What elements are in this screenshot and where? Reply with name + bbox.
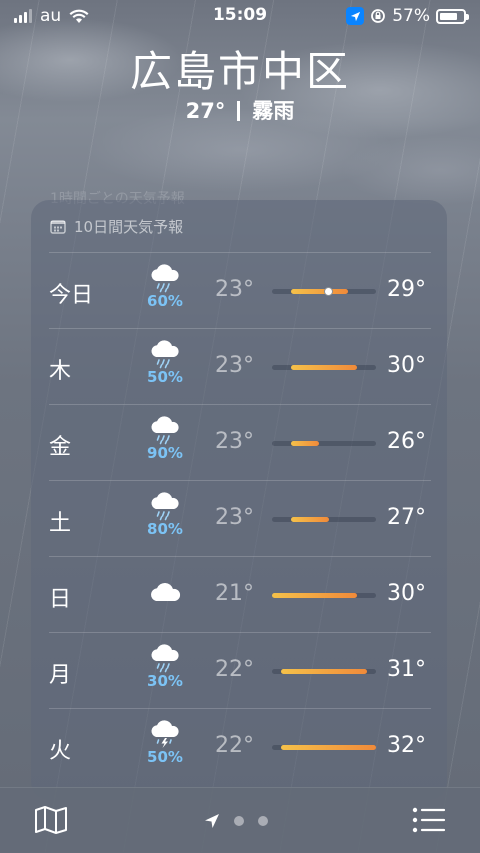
weather-condition: 50%	[139, 339, 191, 386]
low-temperature: 23°	[215, 429, 254, 454]
forecast-day: 金	[49, 435, 72, 460]
weather-condition: 50%	[139, 719, 191, 766]
precipitation-chance: 90%	[147, 444, 183, 462]
forecast-card-title: 10日間天気予報	[74, 217, 184, 236]
high-temperature: 26°	[387, 429, 426, 454]
temperature-range-track	[272, 593, 376, 598]
forecast-day: 木	[49, 359, 72, 384]
bottom-toolbar	[0, 787, 480, 853]
weather-condition: 30%	[139, 643, 191, 690]
high-temperature: 30°	[387, 353, 426, 378]
weather-condition: 80%	[139, 491, 191, 538]
status-bar: au 15:09 57%	[0, 0, 480, 32]
cloud-rain-icon	[139, 415, 191, 445]
location-services-icon	[346, 7, 365, 25]
high-temperature: 29°	[387, 277, 426, 302]
cloud-rain-icon	[139, 491, 191, 521]
cloud-rain-icon	[139, 339, 191, 369]
low-temperature: 23°	[215, 505, 254, 530]
summary-divider	[237, 101, 241, 121]
city-name: 広島市中区	[129, 47, 350, 96]
high-temperature: 32°	[387, 733, 426, 758]
cloud-rain-icon	[139, 263, 191, 293]
temperature-range-bar	[281, 745, 376, 750]
forecast-row[interactable]: 金 90% 23° 26°	[49, 404, 431, 481]
battery-icon	[436, 8, 469, 24]
current-temperature: 27°	[185, 99, 226, 123]
temperature-range-bar	[290, 441, 320, 446]
low-temperature: 23°	[215, 353, 254, 378]
ten-day-forecast-card[interactable]: 10日間天気予報 今日 60% 23° 29° 木 50% 23° 30° 金 …	[31, 200, 447, 800]
forecast-row[interactable]: 火 50% 22° 32°	[49, 708, 431, 785]
high-temperature: 27°	[387, 505, 426, 530]
forecast-row[interactable]: 日 21° 30°	[49, 556, 431, 633]
forecast-day: 火	[49, 739, 72, 764]
low-temperature: 23°	[215, 277, 254, 302]
forecast-day: 土	[49, 511, 72, 536]
forecast-day: 日	[49, 587, 72, 612]
current-condition: 霧雨	[252, 99, 295, 123]
temperature-range-bar	[290, 517, 329, 522]
forecast-row[interactable]: 土 80% 23° 27°	[49, 480, 431, 557]
page-dot[interactable]	[234, 816, 244, 826]
calendar-icon	[50, 219, 66, 234]
forecast-day: 月	[49, 663, 72, 688]
temperature-range-track	[272, 517, 376, 522]
location-arrow-icon[interactable]	[204, 813, 220, 829]
temperature-range-track	[272, 745, 376, 750]
precipitation-chance: 60%	[147, 292, 183, 310]
low-temperature: 22°	[215, 733, 254, 758]
low-temperature: 21°	[215, 581, 254, 606]
temperature-range-bar	[290, 365, 358, 370]
page-indicator[interactable]	[204, 813, 268, 829]
temperature-range-bar	[290, 289, 348, 294]
high-temperature: 30°	[387, 581, 426, 606]
battery-percent: 57%	[392, 6, 430, 26]
temperature-range-bar	[281, 669, 367, 674]
high-temperature: 31°	[387, 657, 426, 682]
forecast-row[interactable]: 今日 60% 23° 29°	[49, 252, 431, 329]
rotation-lock-icon	[371, 9, 386, 23]
forecast-card-header: 10日間天気予報	[31, 200, 447, 252]
cloud-icon	[139, 581, 191, 605]
cloud-bolt-icon	[139, 719, 191, 749]
temperature-range-track	[272, 669, 376, 674]
precipitation-chance: 50%	[147, 368, 183, 386]
weather-condition: 90%	[139, 415, 191, 462]
weather-condition	[139, 567, 191, 604]
weather-condition: 60%	[139, 263, 191, 310]
map-icon[interactable]	[34, 805, 68, 835]
current-summary: 27° 霧雨	[0, 95, 480, 125]
page-dot[interactable]	[258, 816, 268, 826]
list-icon[interactable]	[412, 807, 446, 833]
precipitation-chance: 80%	[147, 520, 183, 538]
temperature-range-bar	[272, 593, 358, 598]
cloud-rain-icon	[139, 643, 191, 673]
low-temperature: 22°	[215, 657, 254, 682]
forecast-row[interactable]: 木 50% 23° 30°	[49, 328, 431, 405]
temperature-range-track	[272, 441, 376, 446]
temperature-range-track	[272, 365, 376, 370]
forecast-day: 今日	[49, 283, 94, 308]
forecast-row[interactable]: 月 30% 22° 31°	[49, 632, 431, 709]
precipitation-chance: 50%	[147, 748, 183, 766]
current-temp-dot	[324, 287, 334, 296]
precipitation-chance: 30%	[147, 672, 183, 690]
temperature-range-track	[272, 287, 376, 296]
